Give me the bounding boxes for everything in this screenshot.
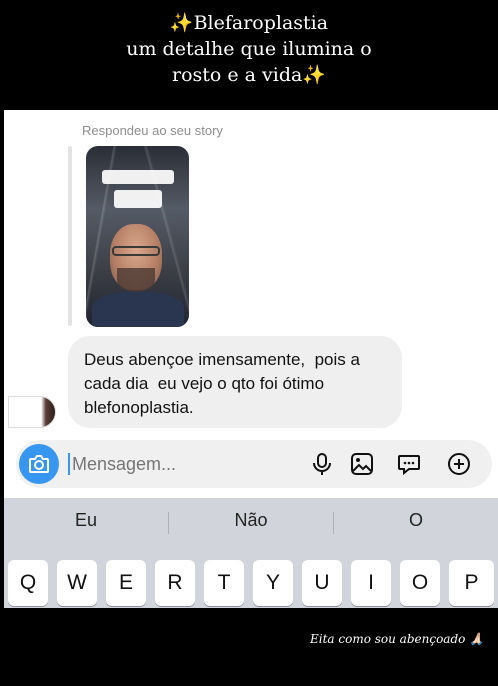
dm-screenshot: Respondeu ao seu story Deus abençoe imen… bbox=[4, 110, 498, 608]
message-line: Deus abençoe imensamente, pois a bbox=[84, 350, 360, 369]
key-u[interactable]: U bbox=[302, 560, 342, 606]
message-line: blefonoplastia. bbox=[84, 398, 194, 417]
key-q[interactable]: Q bbox=[8, 560, 48, 606]
suggestion-3[interactable]: O bbox=[334, 498, 498, 542]
message-bubble[interactable]: Deus abençoe imensamente, pois a cada di… bbox=[68, 336, 402, 428]
key-w[interactable]: W bbox=[57, 560, 97, 606]
camera-icon[interactable] bbox=[19, 444, 59, 484]
suggestion-1[interactable]: Eu bbox=[4, 498, 168, 542]
story-person-beard bbox=[117, 268, 155, 292]
add-icon[interactable] bbox=[446, 451, 472, 477]
story-caption: ✨Blefaroplastia um detalhe que ilumina o… bbox=[0, 10, 498, 88]
key-r[interactable]: R bbox=[155, 560, 195, 606]
keyboard: Eu Não O Q W E R T Y U I O P bbox=[4, 498, 498, 608]
key-o[interactable]: O bbox=[400, 560, 440, 606]
replied-to-story-label: Respondeu ao seu story bbox=[82, 123, 223, 138]
message-composer bbox=[16, 440, 492, 488]
message-line: cada dia eu vejo o qto foi ótimo bbox=[84, 374, 325, 393]
key-p[interactable]: P bbox=[449, 560, 494, 606]
reply-indicator-bar bbox=[68, 146, 72, 326]
caption-line-1: ✨Blefaroplastia bbox=[169, 12, 329, 34]
story-person-body bbox=[92, 292, 184, 327]
story-question-sticker bbox=[102, 170, 174, 184]
key-t[interactable]: T bbox=[204, 560, 244, 606]
message-input[interactable] bbox=[68, 453, 272, 475]
story-footer-text: Eita como sou abençoado 🙏🏻 bbox=[310, 632, 485, 646]
caption-line-2: um detalhe que ilumina o bbox=[126, 38, 372, 60]
suggestion-2[interactable]: Não bbox=[169, 498, 333, 542]
story-answer-sticker bbox=[114, 190, 162, 208]
gallery-icon[interactable] bbox=[349, 451, 375, 477]
glasses-icon bbox=[112, 246, 160, 256]
sender-avatar[interactable] bbox=[8, 396, 56, 428]
key-e[interactable]: E bbox=[106, 560, 146, 606]
microphone-icon[interactable] bbox=[309, 451, 335, 477]
sticker-icon[interactable] bbox=[396, 451, 422, 477]
key-y[interactable]: Y bbox=[253, 560, 293, 606]
story-thumbnail[interactable] bbox=[86, 146, 189, 327]
caption-line-3: rosto e a vida✨ bbox=[172, 64, 326, 86]
key-i[interactable]: I bbox=[351, 560, 391, 606]
